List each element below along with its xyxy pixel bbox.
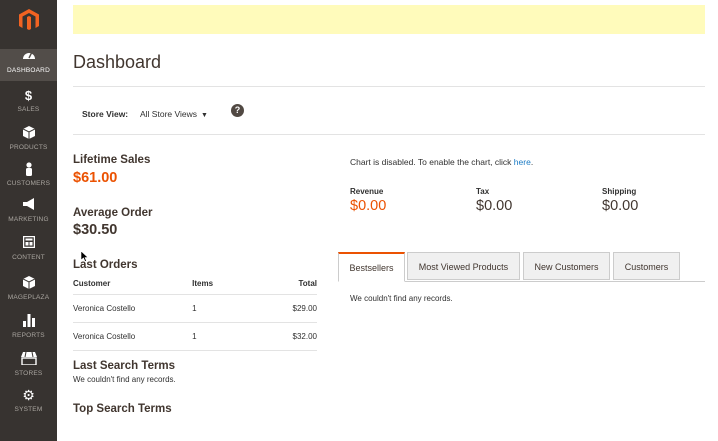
sidebar-item-label: CUSTOMERS	[6, 180, 51, 187]
store-icon	[0, 352, 57, 367]
gear-icon: ⚙	[22, 387, 35, 403]
sidebar-item-mageplaza[interactable]: MAGEPLAZA	[0, 276, 57, 306]
sidebar-item-marketing[interactable]: MARKETING	[0, 198, 57, 228]
tab-customers[interactable]: Customers	[613, 252, 680, 280]
revenue-value: $0.00	[350, 198, 387, 214]
chart-message-text: Chart is disabled. To enable the chart, …	[350, 157, 514, 167]
sidebar-item-system[interactable]: ⚙ SYSTEM	[0, 388, 57, 418]
caret-down-icon: ▼	[201, 112, 208, 119]
mageplaza-icon	[0, 276, 57, 291]
sidebar-item-dashboard[interactable]: DASHBOARD	[0, 49, 57, 81]
order-total: $29.00	[270, 294, 317, 323]
chart-message-suffix: .	[530, 157, 534, 167]
store-view-label: Store View:	[82, 109, 129, 119]
person-icon	[0, 162, 57, 177]
sidebar-item-stores[interactable]: STORES	[0, 352, 57, 382]
shipping-label: Shipping	[602, 187, 637, 196]
sidebar-item-sales[interactable]: $ SALES	[0, 88, 57, 118]
cube-icon	[0, 126, 57, 141]
sidebar-item-label: REPORTS	[12, 332, 45, 339]
top-search-terms-title: Top Search Terms	[73, 403, 172, 415]
help-icon[interactable]: ?	[231, 104, 244, 117]
order-total: $32.00	[270, 322, 317, 351]
average-order-label: Average Order	[73, 207, 153, 219]
lifetime-sales-label: Lifetime Sales	[73, 154, 151, 166]
magento-logo-icon[interactable]	[16, 8, 42, 30]
sidebar-item-reports[interactable]: REPORTS	[0, 314, 57, 344]
admin-sidebar: DASHBOARD $ SALES PRODUCTS CUSTOMERS MAR…	[0, 0, 57, 441]
last-search-terms-empty: We couldn't find any records.	[73, 375, 176, 384]
column-header-total: Total	[270, 277, 317, 295]
column-header-customer: Customer	[73, 277, 193, 295]
last-orders-table: Customer Items Total Veronica Costello 1…	[73, 277, 317, 351]
sidebar-item-label: STORES	[14, 370, 43, 377]
sidebar-item-products[interactable]: PRODUCTS	[0, 126, 57, 156]
divider	[73, 86, 705, 87]
sidebar-item-label: DASHBOARD	[7, 67, 50, 74]
divider	[73, 134, 705, 135]
tab-new-customers[interactable]: New Customers	[523, 252, 610, 280]
lifetime-sales-value: $61.00	[73, 170, 118, 186]
store-view-value: All Store Views	[140, 109, 198, 119]
sidebar-item-label: CONTENT	[12, 254, 45, 261]
sidebar-item-customers[interactable]: CUSTOMERS	[0, 162, 57, 192]
store-view-dropdown[interactable]: All Store Views ▼	[140, 109, 208, 119]
table-row[interactable]: Veronica Costello 1 $32.00	[73, 322, 317, 351]
bestsellers-empty-message: We couldn't find any records.	[350, 294, 453, 303]
tax-value: $0.00	[476, 198, 513, 214]
sidebar-item-label: PRODUCTS	[9, 144, 48, 151]
shipping-value: $0.00	[602, 198, 639, 214]
revenue-label: Revenue	[350, 187, 384, 196]
dollar-icon: $	[24, 88, 33, 103]
column-header-items: Items	[192, 277, 271, 295]
order-customer: Veronica Costello	[73, 294, 193, 323]
tab-most-viewed-products[interactable]: Most Viewed Products	[407, 252, 520, 280]
speedometer-icon	[0, 49, 57, 64]
mouse-cursor-icon	[80, 249, 89, 262]
last-search-terms-title: Last Search Terms	[73, 360, 176, 372]
table-row[interactable]: Veronica Costello 1 $29.00	[73, 294, 317, 323]
sidebar-item-content[interactable]: CONTENT	[0, 236, 57, 266]
tax-label: Tax	[476, 187, 490, 196]
page-title: Dashboard	[73, 52, 162, 72]
sidebar-item-label: SYSTEM	[14, 406, 43, 413]
enable-chart-link[interactable]: here	[514, 157, 531, 167]
sidebar-item-label: MAGEPLAZA	[7, 294, 50, 301]
order-items: 1	[192, 322, 271, 351]
megaphone-icon	[0, 198, 57, 213]
layout-icon	[0, 236, 57, 251]
tab-bestsellers[interactable]: Bestsellers	[338, 252, 405, 282]
bar-chart-icon	[0, 314, 57, 329]
sidebar-item-label: SALES	[17, 106, 40, 113]
sidebar-item-label: MARKETING	[8, 216, 49, 223]
order-items: 1	[192, 294, 271, 323]
order-customer: Veronica Costello	[73, 322, 193, 351]
system-notification-bar	[73, 5, 705, 34]
chart-disabled-message: Chart is disabled. To enable the chart, …	[350, 157, 533, 167]
average-order-value: $30.50	[73, 222, 118, 238]
table-header-row: Customer Items Total	[73, 277, 317, 295]
